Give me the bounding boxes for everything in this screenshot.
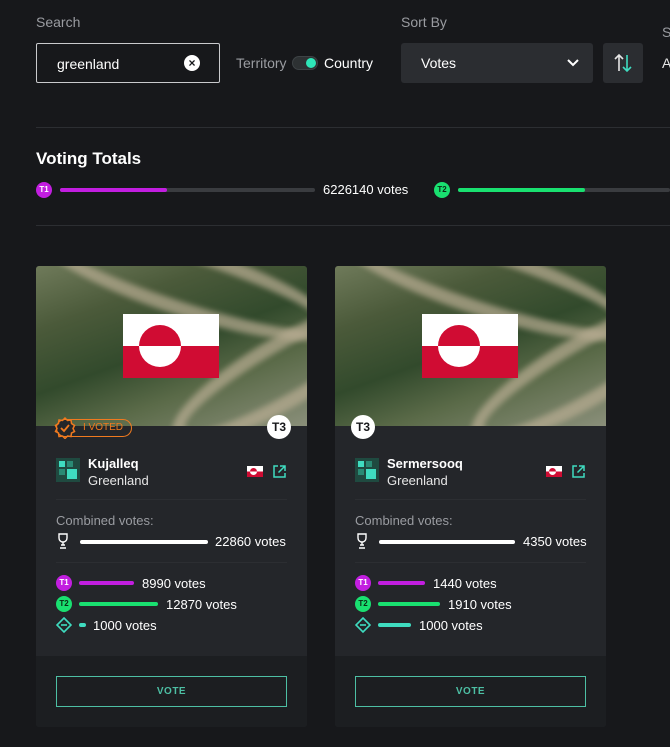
t1-total-votes: 6226140 votes [323, 182, 409, 197]
t3-votes-value: 1000 votes [93, 618, 157, 633]
combined-votes-value: 22860 votes [215, 534, 286, 549]
t2-votes-value: 1910 votes [448, 597, 512, 612]
sort-select[interactable]: Votes [401, 43, 593, 83]
t3-votes-bar [378, 623, 411, 627]
combined-votes-label: Combined votes: [56, 513, 154, 528]
t2-votes-bar [79, 602, 158, 606]
greenland-flag-small-icon [546, 466, 562, 477]
region-image [36, 266, 307, 426]
t1-votes-bar [378, 581, 425, 585]
card-footer: VOTE [335, 656, 606, 727]
t3-votes-value: 1000 votes [419, 618, 483, 633]
t1-total-fill [60, 188, 168, 192]
territory-label: Territory [236, 55, 287, 71]
divider [36, 225, 670, 226]
external-link-icon[interactable] [272, 464, 287, 479]
t2-total-track [458, 188, 670, 192]
trophy-icon [357, 533, 367, 549]
cut-label-s: S [662, 24, 670, 40]
t1-votes-value: 8990 votes [142, 576, 206, 591]
tier-badge: T3 [351, 415, 375, 439]
greenland-flag-small-icon [247, 466, 263, 477]
t1-total-track [60, 188, 315, 192]
combined-votes-bar [80, 540, 208, 544]
region-card[interactable]: T3 Sermersooq Greenland Combined votes: … [335, 266, 606, 727]
t1-badge: T1 [355, 575, 371, 591]
region-country: Greenland [387, 473, 448, 488]
trophy-icon [58, 533, 68, 549]
t2-badge: T2 [355, 596, 371, 612]
search-label: Search [36, 14, 81, 30]
region-name: Sermersooq [387, 456, 463, 471]
card-footer: VOTE [36, 656, 307, 727]
tier-badge: T3 [267, 415, 291, 439]
cut-label-a: A [662, 55, 670, 71]
vote-button[interactable]: VOTE [355, 676, 586, 707]
region-image [335, 266, 606, 426]
t1-badge: T1 [56, 575, 72, 591]
t1-votes-value: 1440 votes [433, 576, 497, 591]
t1-badge: T1 [36, 182, 52, 198]
voted-badge: I VOTED [56, 419, 133, 437]
sort-arrows-icon [614, 53, 632, 73]
clear-icon[interactable]: × [184, 55, 200, 71]
sort-direction-button[interactable] [603, 43, 643, 83]
t1-votes-bar [79, 581, 134, 585]
greenland-flag-icon [422, 314, 518, 378]
t3-votes-bar [79, 623, 86, 627]
t2-votes-bar [378, 602, 440, 606]
t3-diamond-icon [56, 617, 72, 633]
divider [36, 127, 670, 128]
sort-value: Votes [421, 55, 457, 71]
vote-button[interactable]: VOTE [56, 676, 287, 707]
divider [355, 499, 586, 500]
region-card[interactable]: I VOTED T3 Kujalleq Greenland Combined v… [36, 266, 307, 727]
territory-country-toggle[interactable] [292, 56, 318, 70]
voting-totals-title: Voting Totals [36, 149, 142, 168]
country-label: Country [324, 55, 374, 71]
t2-votes-value: 12870 votes [166, 597, 237, 612]
region-logo-icon [56, 458, 80, 482]
t2-badge: T2 [434, 182, 450, 198]
search-value: greenland [57, 56, 120, 72]
greenland-flag-icon [123, 314, 219, 378]
toggle-knob [306, 58, 316, 68]
combined-votes-value: 4350 votes [523, 534, 587, 549]
external-link-icon[interactable] [571, 464, 586, 479]
sort-label: Sort By [401, 14, 447, 30]
region-logo-icon [355, 458, 379, 482]
combined-votes-bar [379, 540, 515, 544]
divider [56, 499, 287, 500]
t2-badge: T2 [56, 596, 72, 612]
region-country: Greenland [88, 473, 149, 488]
t2-total-fill [458, 188, 586, 192]
divider [355, 562, 586, 563]
combined-votes-label: Combined votes: [355, 513, 453, 528]
search-input[interactable]: greenland × [36, 43, 220, 83]
chevron-down-icon [567, 59, 579, 67]
region-name: Kujalleq [88, 456, 139, 471]
divider [56, 562, 287, 563]
t3-diamond-icon [355, 617, 371, 633]
